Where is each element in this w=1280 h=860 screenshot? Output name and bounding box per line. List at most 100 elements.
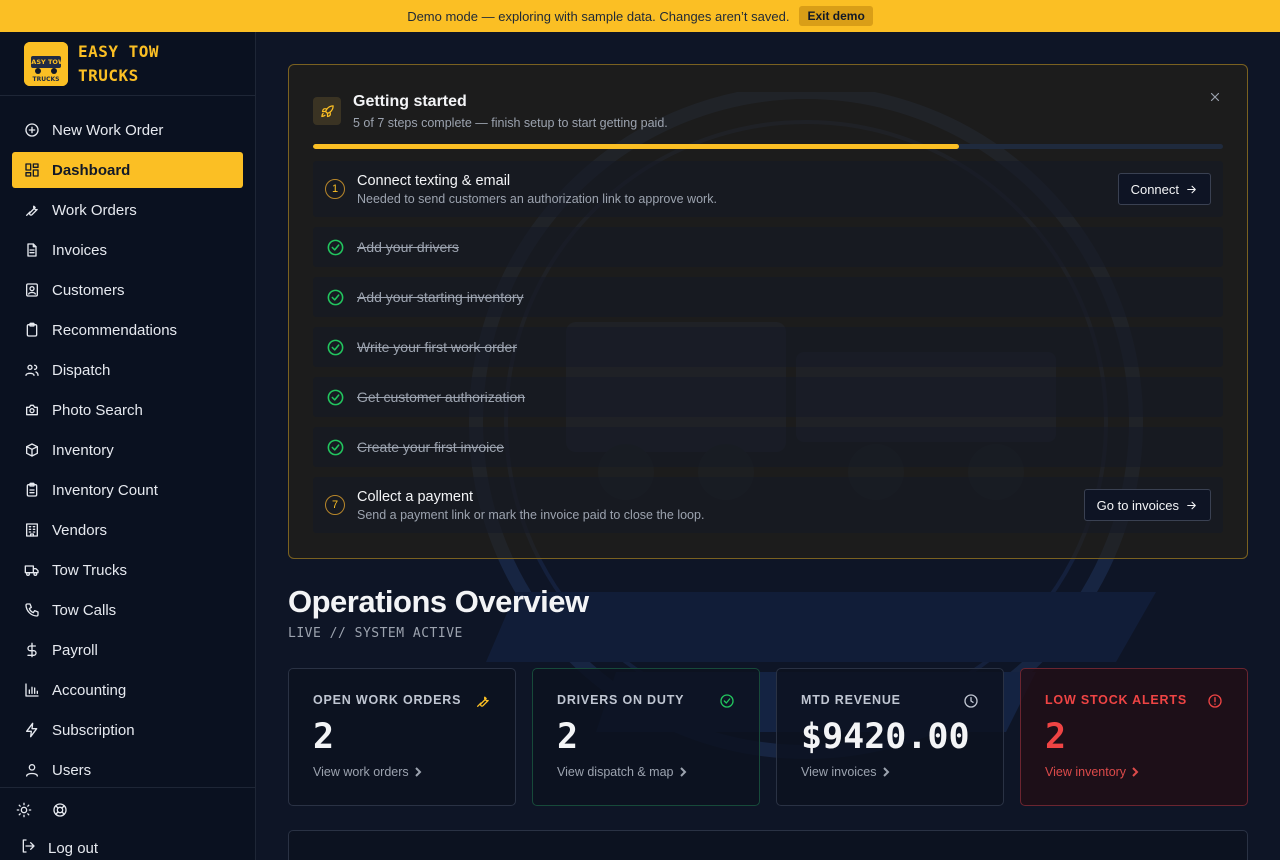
page-title: Operations Overview [288, 584, 589, 619]
setup-progress-bar [313, 144, 1223, 149]
sidebar-item-label: Work Orders [52, 201, 137, 219]
demo-banner-text: Demo mode — exploring with sample data. … [407, 8, 790, 24]
demo-banner: Demo mode — exploring with sample data. … [0, 0, 1280, 32]
file-icon [24, 242, 40, 258]
phone-icon [24, 602, 40, 618]
sidebar-item-invoices[interactable]: Invoices [12, 232, 243, 268]
rocket-icon [313, 97, 341, 125]
getting-started-subtitle: 5 of 7 steps complete — finish setup to … [353, 116, 668, 130]
stat-link-label: View inventory [1045, 765, 1127, 779]
view-dispatch-link[interactable]: View dispatch & map [557, 765, 735, 779]
stat-value: 2 [1045, 717, 1067, 757]
logout-button[interactable]: Log out [16, 838, 240, 858]
dollar-icon [24, 642, 40, 658]
sidebar-footer: Log out [0, 787, 256, 858]
getting-started-header: Getting started 5 of 7 steps complete — … [313, 89, 1223, 130]
clock-icon [963, 693, 979, 709]
help-lifebuoy-icon[interactable] [52, 802, 68, 823]
connect-button-label: Connect [1130, 181, 1179, 197]
setup-step-invoice: Create your first invoice [313, 427, 1223, 467]
view-invoices-link[interactable]: View invoices [801, 765, 979, 779]
view-work-orders-link[interactable]: View work orders [313, 765, 491, 779]
sidebar-item-label: Photo Search [52, 401, 143, 419]
stat-card-drivers-on-duty: DRIVERS ON DUTY 2 View dispatch & map [532, 668, 760, 806]
clipboard-icon [24, 322, 40, 338]
sidebar-item-tow-calls[interactable]: Tow Calls [12, 592, 243, 628]
stat-link-label: View work orders [313, 765, 409, 779]
footer-icons [16, 802, 240, 822]
sidebar-item-dashboard[interactable]: Dashboard [12, 152, 243, 188]
sidebar-item-label: Recommendations [52, 321, 178, 339]
sidebar-item-label: Accounting [52, 681, 127, 699]
system-status-text: LIVE // SYSTEM ACTIVE [288, 626, 463, 641]
bar-chart-icon [24, 682, 40, 698]
contact-icon [24, 282, 40, 298]
check-circle-icon [325, 287, 345, 307]
check-circle-icon [325, 387, 345, 407]
clipboard-list-icon [24, 482, 40, 498]
sidebar-item-label: Inventory Count [52, 481, 158, 499]
truck-icon [24, 562, 40, 578]
sidebar-item-photo-search[interactable]: Photo Search [12, 392, 243, 428]
sidebar-item-inventory[interactable]: Inventory [12, 432, 243, 468]
setup-step-payment: 7 Collect a payment Send a payment link … [313, 477, 1223, 533]
check-circle-icon [325, 437, 345, 457]
setup-step-inventory: Add your starting inventory [313, 277, 1223, 317]
check-circle-icon [325, 337, 345, 357]
step-title: Get customer authorization [357, 389, 526, 405]
sidebar-item-inventory-count[interactable]: Inventory Count [12, 472, 243, 508]
package-icon [24, 442, 40, 458]
logout-icon [20, 838, 36, 858]
stat-link-label: View dispatch & map [557, 765, 674, 779]
sidebar-item-label: Customers [52, 281, 125, 299]
wrench-icon [24, 202, 40, 218]
brand-name-line1: EASY TOW [78, 41, 160, 61]
sidebar-item-vendors[interactable]: Vendors [12, 512, 243, 548]
stats-row: OPEN WORK ORDERS 2 View work orders DRIV… [288, 668, 1248, 806]
chevron-right-icon [414, 767, 422, 777]
stat-value: 2 [557, 717, 579, 757]
sidebar: EASY TOW TRUCKS EASY TOW TRUCKS New Work… [0, 32, 256, 860]
grid-icon [24, 162, 40, 178]
stat-card-open-work-orders: OPEN WORK ORDERS 2 View work orders [288, 668, 516, 806]
step-title: Add your drivers [357, 239, 459, 255]
stat-value: 2 [313, 717, 335, 757]
sidebar-item-label: Payroll [52, 641, 98, 659]
sidebar-item-subscription[interactable]: Subscription [12, 712, 243, 748]
connect-button[interactable]: Connect [1117, 173, 1211, 205]
sidebar-item-label: Tow Trucks [52, 561, 128, 579]
view-inventory-link[interactable]: View inventory [1045, 765, 1223, 779]
sidebar-item-accounting[interactable]: Accounting [12, 672, 243, 708]
sidebar-item-work-orders[interactable]: Work Orders [12, 192, 243, 228]
sidebar-item-recommendations[interactable]: Recommendations [12, 312, 243, 348]
setup-step-drivers: Add your drivers [313, 227, 1223, 267]
stat-label: MTD REVENUE [801, 693, 901, 707]
stat-card-low-stock-alerts: LOW STOCK ALERTS 2 View inventory [1020, 668, 1248, 806]
stat-label: LOW STOCK ALERTS [1045, 693, 1187, 707]
getting-started-card: Getting started 5 of 7 steps complete — … [288, 64, 1248, 559]
brand[interactable]: EASY TOW TRUCKS EASY TOW TRUCKS [0, 32, 255, 96]
building-icon [24, 522, 40, 538]
setup-progress-fill [313, 144, 960, 149]
exit-demo-button[interactable]: Exit demo [799, 6, 873, 26]
revenue-trend-card [288, 830, 1248, 860]
sidebar-item-customers[interactable]: Customers [12, 272, 243, 308]
user-icon [24, 762, 40, 778]
sidebar-item-tow-trucks[interactable]: Tow Trucks [12, 552, 243, 588]
go-to-invoices-label: Go to invoices [1096, 497, 1179, 513]
sidebar-item-label: Dispatch [52, 361, 111, 379]
logo-text-bottom: TRUCKS [33, 76, 60, 83]
theme-toggle-sun-icon[interactable] [16, 802, 32, 823]
step-description: Send a payment link or mark the invoice … [357, 507, 705, 522]
brand-name-line2: TRUCKS [78, 65, 139, 85]
step-number-badge: 7 [325, 495, 345, 515]
sidebar-item-dispatch[interactable]: Dispatch [12, 352, 243, 388]
sidebar-item-new-work-order[interactable]: New Work Order [12, 112, 243, 148]
alert-circle-icon [1207, 693, 1223, 709]
check-circle-icon [719, 693, 735, 709]
sidebar-item-payroll[interactable]: Payroll [12, 632, 243, 668]
sidebar-item-users[interactable]: Users [12, 752, 243, 788]
go-to-invoices-button[interactable]: Go to invoices [1083, 489, 1211, 521]
sidebar-item-label: Invoices [52, 241, 108, 259]
close-icon[interactable] [1205, 87, 1225, 107]
